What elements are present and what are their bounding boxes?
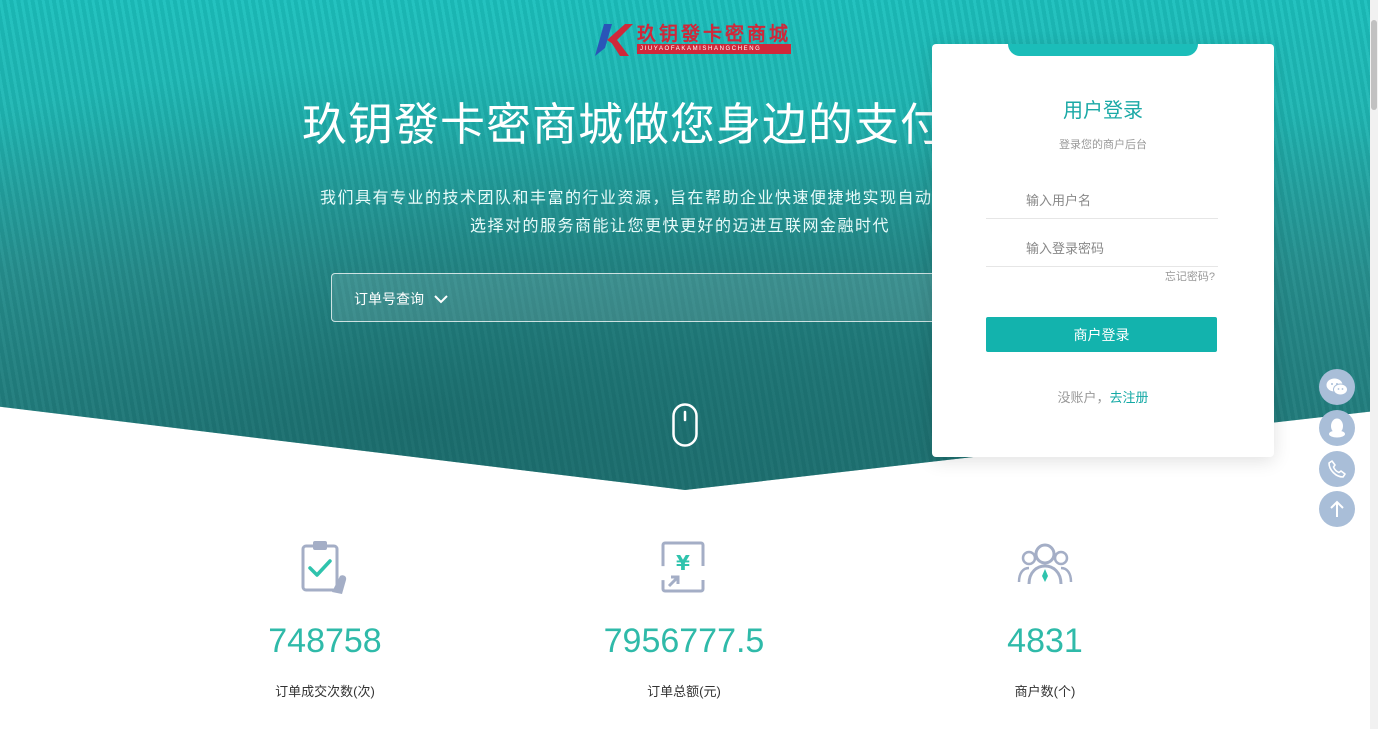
logo-k-icon xyxy=(595,22,633,56)
login-subtitle: 登录您的商户后台 xyxy=(1059,139,1147,151)
hero-desc-line1: 我们具有专业的技术团队和丰富的行业资源，旨在帮助企业快速便捷地实现自动 xyxy=(320,190,932,207)
chevron-down-icon xyxy=(434,294,448,303)
site-logo[interactable]: 玖钥發卡密商城 JIUYAOFAKAMISHANGCHENG xyxy=(595,22,792,56)
forgot-password-link[interactable]: 忘记密码? xyxy=(1165,268,1215,284)
password-input[interactable] xyxy=(986,231,1218,267)
stat-orders: 748758 订单成交次数(次) xyxy=(205,540,445,699)
merchant-login-button[interactable]: 商户登录 xyxy=(986,317,1217,352)
phone-icon xyxy=(1328,460,1346,478)
hero-description: 我们具有专业的技术团队和丰富的行业资源，旨在帮助企业快速便捷地实现自动 选择对的… xyxy=(320,185,932,241)
wechat-icon xyxy=(1326,378,1348,396)
order-type-label: 订单号查询 xyxy=(354,291,424,307)
login-card-tab xyxy=(1008,44,1198,56)
users-icon xyxy=(1017,543,1073,585)
stat-orders-label: 订单成交次数(次) xyxy=(275,684,375,699)
hero-desc-line2: 选择对的服务商能让您更快更好的迈进互联网金融时代 xyxy=(470,218,891,235)
order-type-select[interactable]: 订单号查询 xyxy=(354,289,448,309)
register-prompt: 没账户，去注册 xyxy=(932,387,1274,406)
yuan-exchange-icon: ¥ xyxy=(661,541,705,593)
login-card: 用户登录 登录您的商户后台 忘记密码? 商户登录 没账户，去注册 xyxy=(932,44,1274,457)
no-account-text: 没账户， xyxy=(1057,390,1110,405)
svg-text:¥: ¥ xyxy=(676,551,690,575)
stat-amount-label: 订单总额(元) xyxy=(647,684,721,699)
scrollbar-thumb[interactable] xyxy=(1371,20,1377,110)
stat-merchants-value: 4831 xyxy=(1007,622,1083,660)
stat-orders-value: 748758 xyxy=(268,622,382,660)
clipboard-check-icon xyxy=(301,541,347,594)
register-link[interactable]: 去注册 xyxy=(1110,390,1149,405)
back-to-top-button[interactable] xyxy=(1319,491,1355,527)
logo-text: 玖钥發卡密商城 xyxy=(637,23,792,45)
stat-merchants: 4831 商户数(个) xyxy=(925,540,1165,699)
order-search-bar[interactable]: 订单号查询 xyxy=(331,273,951,322)
username-input[interactable] xyxy=(986,183,1218,219)
page-scrollbar[interactable] xyxy=(1370,0,1378,729)
login-title: 用户登录 xyxy=(1063,100,1143,122)
stat-merchants-label: 商户数(个) xyxy=(1014,684,1076,699)
stat-amount-value: 7956777.5 xyxy=(603,622,765,660)
hero-title: 玖钥發卡密商城做您身边的支付 xyxy=(302,99,932,150)
qq-button[interactable] xyxy=(1319,410,1355,446)
phone-button[interactable] xyxy=(1319,451,1355,487)
wechat-button[interactable] xyxy=(1319,369,1355,405)
logo-subtext: JIUYAOFAKAMISHANGCHENG xyxy=(637,44,792,54)
arrow-up-icon xyxy=(1330,500,1344,517)
mouse-icon[interactable] xyxy=(672,403,698,452)
qq-icon xyxy=(1329,418,1345,438)
stat-amount: ¥ 7956777.5 订单总额(元) xyxy=(564,540,804,699)
